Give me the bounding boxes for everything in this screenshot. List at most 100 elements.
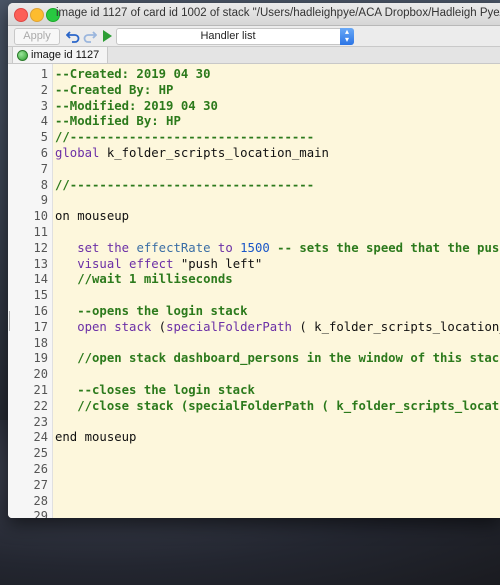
code-line[interactable]: --Modified: 2019 04 30 xyxy=(55,98,218,114)
line-number: 26 xyxy=(33,462,48,476)
line-number: 18 xyxy=(33,335,48,350)
code-line[interactable]: --Created By: HP xyxy=(55,82,173,98)
tab-label: image id 1127 xyxy=(31,49,100,61)
code-line[interactable]: global k_folder_scripts_location_main xyxy=(55,145,329,161)
code-token: --Modified: 2019 04 30 xyxy=(55,98,218,113)
line-number: 5 xyxy=(40,130,48,145)
code-token: end xyxy=(55,430,78,445)
line-number: 11 xyxy=(33,225,48,239)
code-token: 1500 xyxy=(240,240,270,255)
code-token: --opens the login stack xyxy=(55,304,248,318)
line-number: 13 xyxy=(33,256,48,271)
line-number: 7 xyxy=(40,161,48,176)
code-token: open xyxy=(77,319,107,334)
line-number: 2 xyxy=(40,82,48,97)
code-line[interactable]: on mouseup xyxy=(55,208,129,224)
code-token: to xyxy=(217,240,233,255)
code-line[interactable]: //open stack dashboard_persons in the wi… xyxy=(55,350,500,366)
code-line[interactable]: --Created: 2019 04 30 xyxy=(55,66,210,82)
code-token: on xyxy=(55,209,70,224)
code-line[interactable]: //--------------------------------- xyxy=(55,129,314,145)
code-line[interactable]: end mouseup xyxy=(55,429,136,445)
pane-splitter-handle[interactable] xyxy=(9,311,10,331)
handler-list-select[interactable]: Handler list ▴ ▾ xyxy=(116,28,354,45)
code-token: --Modified By: HP xyxy=(55,114,181,129)
line-number: 22 xyxy=(33,398,48,413)
line-number: 25 xyxy=(33,446,48,461)
code-line[interactable]: --Modified By: HP xyxy=(55,113,181,129)
code-token: --closes the login stack xyxy=(55,383,255,397)
code-token: visual xyxy=(77,256,122,271)
title-bar[interactable]: image id 1127 of card id 1002 of stack "… xyxy=(8,3,500,26)
line-number: 20 xyxy=(33,367,48,382)
line-number: 12 xyxy=(33,240,48,255)
line-number: 14 xyxy=(33,272,48,287)
code-line[interactable]: visual effect "push left" xyxy=(55,256,262,272)
code-token: global xyxy=(55,146,100,160)
code-line[interactable]: //wait 1 milliseconds xyxy=(55,271,233,287)
apply-button[interactable]: Apply xyxy=(14,28,60,45)
code-line[interactable]: --opens the login stack xyxy=(55,303,248,319)
line-number: 29 xyxy=(33,509,48,518)
line-number: 24 xyxy=(33,430,48,445)
code-token: effect xyxy=(129,256,174,271)
code-line[interactable]: //--------------------------------- xyxy=(55,177,314,193)
line-number: 23 xyxy=(33,414,48,429)
code-token: mouseup xyxy=(77,430,137,445)
code-token: //wait 1 milliseconds xyxy=(55,272,233,287)
line-number: 28 xyxy=(33,493,48,508)
editor-tab-bar: image id 1127 xyxy=(8,47,500,64)
line-number: 16 xyxy=(33,304,48,318)
line-number: 6 xyxy=(40,146,48,160)
code-token: mouseup xyxy=(69,209,130,224)
code-line[interactable]: open stack (specialFolderPath ( k_folder… xyxy=(55,319,500,335)
line-number: 10 xyxy=(33,209,48,224)
code-line[interactable]: --closes the login stack xyxy=(55,382,255,398)
code-token: specialFolderPath xyxy=(166,319,292,334)
code-token: effectRate xyxy=(136,240,211,255)
minimize-window-button[interactable] xyxy=(30,8,44,22)
close-window-button[interactable] xyxy=(14,8,28,22)
line-number: 21 xyxy=(33,383,48,397)
code-token: k_folder_scripts_location_main xyxy=(99,146,329,160)
code-token: stack xyxy=(114,319,152,334)
play-icon[interactable] xyxy=(101,29,115,43)
line-number: 3 xyxy=(40,98,48,113)
code-token: set xyxy=(77,240,100,255)
window-title: image id 1127 of card id 1002 of stack "… xyxy=(56,7,500,19)
editor-toolbar: Apply Handler list ▴ ▾ xyxy=(8,26,500,47)
code-token: "push left" xyxy=(173,256,263,271)
line-number: 27 xyxy=(33,477,48,492)
line-number: 1 xyxy=(40,67,48,81)
code-token: //--------------------------------- xyxy=(55,177,315,192)
undo-arrow-icon[interactable] xyxy=(66,29,80,43)
code-line[interactable]: //close stack (specialFolderPath ( k_fol… xyxy=(55,398,500,414)
script-editor-window: image id 1127 of card id 1002 of stack "… xyxy=(8,3,500,518)
line-number: 17 xyxy=(33,319,48,334)
redo-arrow-icon[interactable] xyxy=(83,29,97,43)
code-token: --Created By: HP xyxy=(55,82,174,97)
line-number-gutter: 1 2 3 4 5 6 7 8 9 10 11 12 13 14 15 16 17 18 19 20 21 22 23 24 2… xyxy=(8,64,53,518)
code-token: --Created: 2019 04 30 xyxy=(55,67,211,81)
status-dot-icon xyxy=(17,50,28,61)
tab-image-id[interactable]: image id 1127 xyxy=(12,47,108,63)
code-token: //open stack dashboard_persons in the wi… xyxy=(55,351,500,366)
code-line[interactable]: set the effectRate to 1500 -- sets the s… xyxy=(55,240,500,256)
code-token: ( xyxy=(151,319,167,334)
code-editor[interactable]: --Created: 2019 04 30 --Created By: HP --M… xyxy=(53,64,500,518)
line-number: 9 xyxy=(40,193,48,208)
code-token: //--------------------------------- xyxy=(55,130,315,145)
code-token: ( k_folder_scripts_location_ xyxy=(291,319,500,334)
code-token: the xyxy=(106,240,130,255)
line-number: 19 xyxy=(33,351,48,366)
code-token: -- sets the speed that the push xyxy=(269,240,500,255)
line-number: 8 xyxy=(40,177,48,192)
line-number: 15 xyxy=(33,288,48,303)
line-number: 4 xyxy=(40,114,48,129)
